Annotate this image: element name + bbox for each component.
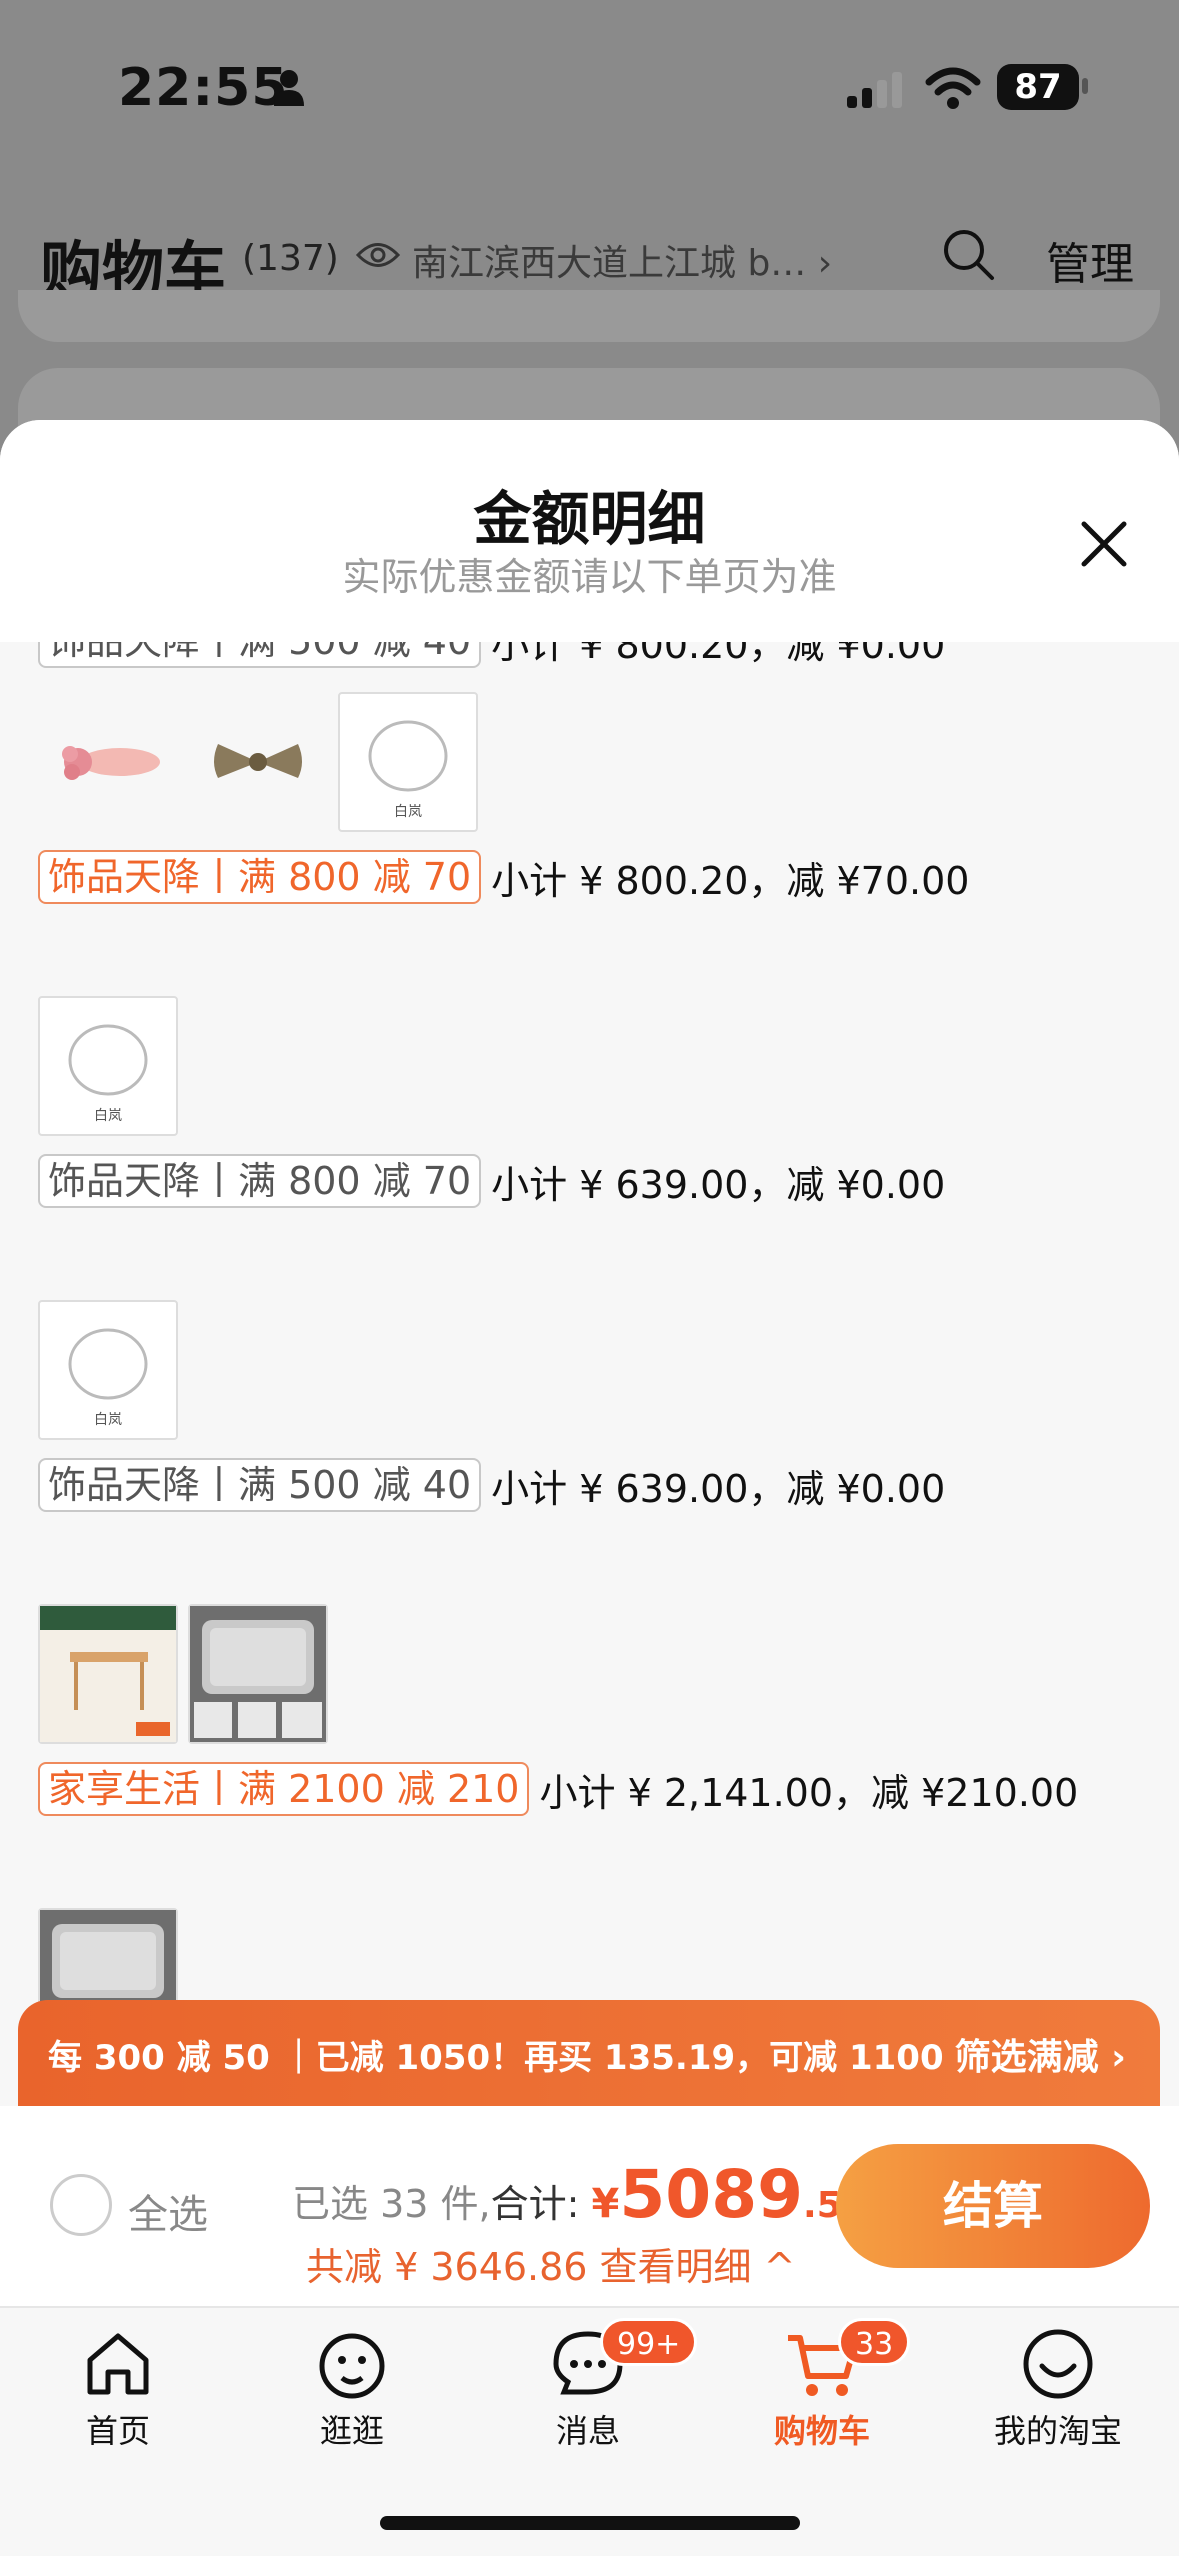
message-badge: 99+ — [600, 2318, 698, 2366]
promo-tag: 饰品天降丨满 800 减 70 — [38, 1154, 482, 1208]
sheet-title: 金额明细 — [473, 485, 706, 553]
selected-count: 已选 33 件, — [292, 2182, 491, 2226]
promo-tag: 饰品天降丨满 800 减 70 — [38, 850, 482, 904]
signal-icon — [847, 72, 902, 108]
sheet-header: 金额明细 实际优惠金额请以下单页为准 — [0, 420, 1179, 642]
promo-strip-text: 每 300 减 50 ｜已减 1050！再买 135.19，可减 1100 — [48, 2038, 944, 2078]
promo-tag: 饰品天降丨满 500 减 40 — [38, 1458, 482, 1512]
tab-label: 逛逛 — [319, 2412, 384, 2450]
eye-icon[interactable] — [356, 238, 400, 272]
necklace-icon: 白岚 — [68, 1328, 148, 1428]
tab-label: 消息 — [555, 2412, 620, 2450]
sheet-subtitle: 实际优惠金额请以下单页为准 — [342, 555, 837, 599]
sink-icon — [190, 1606, 326, 1742]
checkout-button[interactable]: 结算 — [836, 2144, 1150, 2268]
product-thumbnail — [188, 1604, 328, 1744]
promo-strip[interactable]: 每 300 减 50 ｜已减 1050！再买 135.19，可减 1100 筛选… — [18, 2000, 1160, 2110]
filter-promo-button[interactable]: 筛选满减 › — [955, 2028, 1126, 2080]
product-thumbnail — [38, 1604, 178, 1744]
profile-icon — [1023, 2329, 1093, 2399]
svg-text:白岚: 白岚 — [94, 1108, 122, 1124]
currency-symbol: ¥ — [591, 2181, 620, 2227]
tab-home[interactable]: 首页 — [18, 2326, 218, 2452]
person-icon — [274, 70, 304, 106]
battery-tip — [1082, 78, 1088, 94]
promo-group-row: 家享生活丨满 2100 减 210 小计 ¥ 2,141.00，减 ¥210.0… — [38, 1762, 1078, 1816]
checkout-bar: 全选 已选 33 件,合计: ¥5089.53 共减 ¥ 3646.86 查看明… — [0, 2106, 1179, 2306]
promo-subtotal: 小计 ¥ 800.20，减 ¥0.00 — [491, 642, 946, 667]
promo-subtotal: 小计 ¥ 2,141.00，减 ¥210.00 — [539, 1770, 1079, 1815]
promo-group-row: 饰品天降丨满 500 减 40 小计 ¥ 639.00，减 ¥0.00 — [38, 1458, 945, 1512]
product-thumbnail — [188, 692, 328, 832]
promo-tag: 饰品天降丨满 500 减 40 — [38, 642, 482, 668]
promo-subtotal: 小计 ¥ 639.00，减 ¥0.00 — [491, 1466, 946, 1511]
home-icon — [87, 2333, 149, 2395]
product-thumbnail: 白岚 — [338, 692, 478, 832]
tab-explore[interactable]: 逛逛 — [252, 2326, 452, 2452]
promo-tag: 家享生活丨满 2100 减 210 — [38, 1762, 530, 1816]
tab-label: 购物车 — [773, 2412, 870, 2450]
tab-label: 首页 — [85, 2412, 150, 2450]
total-amount: 5089 — [619, 2156, 804, 2233]
total-summary: 已选 33 件,合计: ¥5089.53 — [292, 2156, 867, 2233]
close-icon[interactable] — [1076, 516, 1132, 572]
product-thumbnail — [38, 692, 178, 832]
status-time: 22:55 — [118, 58, 289, 118]
promo-subtotal: 小计 ¥ 800.20，减 ¥70.00 — [491, 858, 970, 903]
total-label: 合计: — [490, 2182, 580, 2226]
explore-icon — [319, 2333, 385, 2399]
promo-group-row: 饰品天降丨满 500 减 40 小计 ¥ 800.20，减 ¥0.00 — [38, 642, 945, 668]
view-detail-link[interactable]: 共减 ¥ 3646.86 查看明细 ^ — [306, 2236, 795, 2291]
desk-icon — [40, 1606, 176, 1742]
search-icon[interactable] — [940, 226, 996, 282]
cart-count: (137) — [242, 238, 339, 279]
tab-label: 我的淘宝 — [993, 2412, 1122, 2450]
wifi-icon — [925, 67, 981, 109]
promo-subtotal: 小计 ¥ 639.00，减 ¥0.00 — [491, 1162, 946, 1207]
product-thumbnail: 白岚 — [38, 996, 178, 1136]
home-indicator — [380, 2516, 800, 2530]
product-thumbnail: 白岚 — [38, 1300, 178, 1440]
select-all-checkbox[interactable] — [50, 2174, 112, 2236]
tab-my-taobao[interactable]: 我的淘宝 — [958, 2326, 1158, 2452]
svg-text:白岚: 白岚 — [94, 1412, 122, 1428]
select-all-label[interactable]: 全选 — [128, 2182, 208, 2240]
battery-indicator: 87 — [997, 64, 1079, 110]
hair-clip-icon — [62, 746, 160, 780]
promo-group-row: 饰品天降丨满 800 减 70 小计 ¥ 800.20，减 ¥70.00 — [38, 850, 969, 904]
manage-button[interactable]: 管理 — [1046, 228, 1134, 292]
dimmed-card — [18, 290, 1160, 342]
delivery-address[interactable]: 南江滨西大道上江城 b… › — [412, 234, 832, 286]
necklace-icon: 白岚 — [68, 1024, 148, 1124]
status-bar: 22:55 87 — [0, 0, 1179, 175]
necklace-icon: 白岚 — [368, 720, 448, 820]
promo-group-row: 饰品天降丨满 800 减 70 小计 ¥ 639.00，减 ¥0.00 — [38, 1154, 945, 1208]
bow-clip-icon — [214, 744, 302, 778]
svg-text:白岚: 白岚 — [394, 804, 422, 820]
cart-badge: 33 — [838, 2318, 911, 2366]
